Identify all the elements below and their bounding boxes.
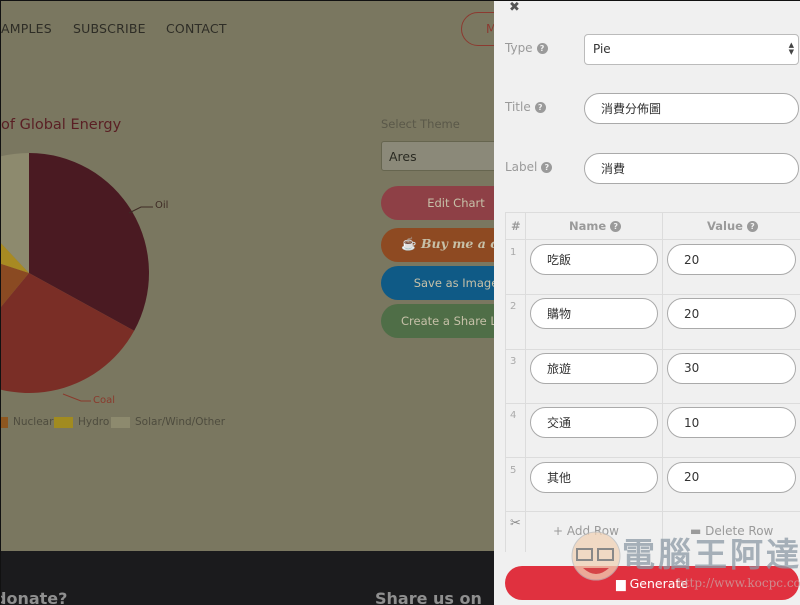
- background-page: AMPLES SUBSCRIBE CONTACT M of Global Ene…: [1, 1, 494, 605]
- legend-label: Nuclear: [13, 416, 54, 428]
- row-number: 1: [510, 247, 517, 258]
- divider: [506, 239, 800, 240]
- title-label: Title?: [505, 100, 546, 114]
- row-value-input[interactable]: 10: [667, 407, 796, 439]
- add-row-button[interactable]: + Add Row: [553, 524, 619, 538]
- buy-me-coffee-button[interactable]: ☕ Buy me a coffee: [381, 228, 494, 262]
- row-number: 5: [510, 464, 517, 476]
- title-label-text: Title: [505, 100, 531, 114]
- close-icon[interactable]: ✖: [509, 0, 520, 15]
- leader-line-coal: [62, 393, 91, 402]
- help-icon[interactable]: ?: [534, 101, 546, 113]
- coffee-icon: ☕: [401, 236, 417, 251]
- label-label: Label?: [505, 160, 553, 174]
- row-number: 2: [510, 301, 517, 313]
- generate-label: Generate: [629, 575, 688, 591]
- save-as-image-button[interactable]: Save as Image: [381, 266, 494, 300]
- legend-item-nuclear[interactable]: Nuclear: [1, 416, 53, 428]
- legend-swatch: [111, 416, 130, 428]
- create-share-link-button[interactable]: Create a Share Link: [381, 304, 494, 338]
- row-number: 4: [510, 410, 517, 422]
- legend-item-solar[interactable]: Solar/Wind/Other: [111, 416, 225, 428]
- slice-label-oil: Oil: [155, 200, 169, 211]
- leader-line-oil: [128, 206, 153, 214]
- nav-item-contact[interactable]: CONTACT: [166, 21, 227, 36]
- help-icon[interactable]: ?: [536, 42, 548, 54]
- select-arrows-icon: ▲ ▼: [788, 41, 794, 56]
- nav-item-subscribe[interactable]: SUBSCRIBE: [73, 21, 146, 36]
- tools-icon: ✂: [510, 516, 521, 531]
- delete-row-label: Delete Row: [705, 524, 774, 538]
- col-header-name: Name?: [569, 219, 622, 233]
- divider: [506, 294, 800, 295]
- label-input[interactable]: 消費: [584, 153, 799, 184]
- slice-label-coal: Coal: [93, 395, 116, 406]
- legend-swatch: [1, 416, 8, 428]
- divider: [506, 403, 800, 404]
- type-label-text: Type: [505, 41, 533, 55]
- legend-label: Hydro: [78, 416, 110, 428]
- label-label-text: Label: [505, 160, 538, 174]
- pie-chart: [1, 153, 153, 402]
- buy-me-coffee-label: Buy me a coffee: [420, 236, 494, 251]
- trash-icon: ▬: [690, 524, 706, 538]
- legend-item-hydro[interactable]: Hydro: [54, 416, 109, 428]
- legend-label: Solar/Wind/Other: [135, 416, 226, 428]
- divider: [506, 511, 800, 512]
- type-select-value: Pie: [593, 42, 611, 56]
- col-header-num: #: [511, 219, 521, 233]
- col-header-value-text: Value: [707, 219, 743, 233]
- divider: [506, 457, 800, 458]
- col-header-value: Value?: [707, 219, 758, 233]
- nav-item-examples[interactable]: AMPLES: [1, 21, 52, 36]
- footer-donate-heading: donate?: [1, 589, 68, 605]
- type-select[interactable]: Pie ▲ ▼: [584, 34, 799, 65]
- data-table: # Name? Value? 1 吃飯 20 2 購物 20 3 旅遊 30 4…: [505, 212, 800, 552]
- row-value-input[interactable]: 20: [667, 461, 796, 493]
- plus-icon: +: [553, 524, 567, 538]
- delete-row-button[interactable]: ▬ Delete Row: [690, 524, 773, 538]
- legend-swatch: [54, 416, 73, 428]
- row-value-input[interactable]: 20: [667, 298, 796, 330]
- chart-title: of Global Energy: [1, 117, 122, 133]
- type-label: Type?: [505, 41, 548, 55]
- divider: [525, 213, 526, 552]
- help-icon[interactable]: ?: [746, 220, 758, 232]
- row-name-input[interactable]: 購物: [530, 298, 658, 330]
- footer-share-heading: Share us on: [375, 589, 482, 605]
- row-value-input[interactable]: 30: [667, 352, 796, 384]
- row-name-input[interactable]: 旅遊: [530, 352, 658, 384]
- theme-select[interactable]: Ares: [381, 141, 494, 171]
- col-header-name-text: Name: [569, 219, 607, 233]
- help-icon[interactable]: ?: [541, 161, 553, 173]
- divider: [506, 349, 800, 350]
- row-number: 3: [510, 355, 517, 367]
- row-name-input[interactable]: 交通: [530, 407, 658, 439]
- add-row-label: Add Row: [566, 524, 619, 538]
- generate-button[interactable]: ▆ Generate: [505, 566, 799, 600]
- help-icon[interactable]: ?: [610, 220, 622, 232]
- footer: donate? Share us on: [1, 551, 494, 605]
- row-name-input[interactable]: 其他: [530, 461, 658, 493]
- nav-cta-button[interactable]: M: [461, 12, 494, 46]
- chart-icon: ▆: [615, 575, 626, 591]
- row-value-input[interactable]: 20: [667, 244, 796, 275]
- chart-editor-panel: ✖ Type? Pie ▲ ▼ Title? 消費分佈圖 Label? 消費 # N…: [494, 0, 800, 605]
- divider: [662, 213, 663, 552]
- theme-label: Select Theme: [381, 117, 460, 131]
- title-input[interactable]: 消費分佈圖: [584, 93, 799, 124]
- edit-chart-button[interactable]: Edit Chart: [381, 186, 494, 220]
- row-name-input[interactable]: 吃飯: [530, 244, 658, 275]
